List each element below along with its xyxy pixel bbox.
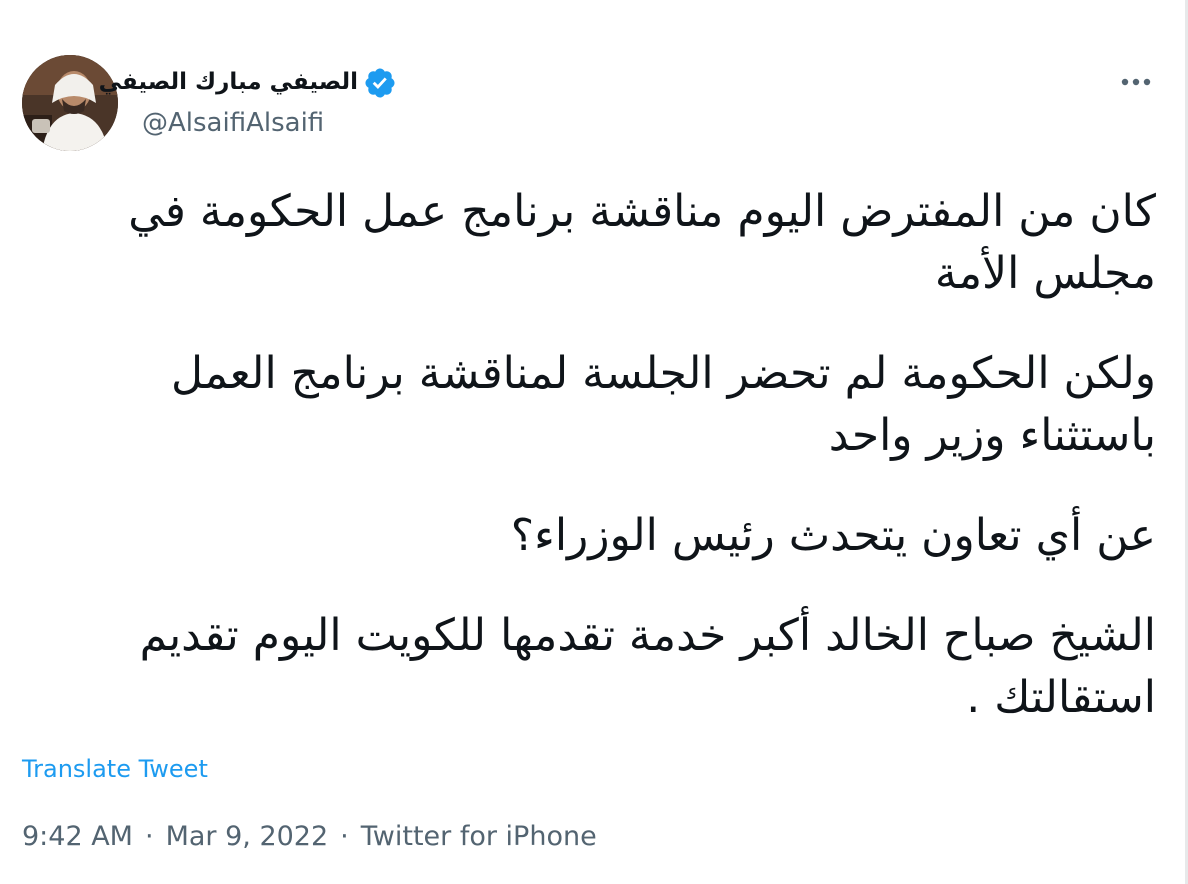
tweet-page: الصيفي مبارك الصيفي @AlsaifiAlsaifi كان … (0, 0, 1188, 884)
author-display-name[interactable]: الصيفي مبارك الصيفي (99, 64, 358, 100)
tweet-text: كان من المفترض اليوم مناقشة برنامج عمل ا… (40, 181, 1156, 767)
tweet-metadata: 9:42 AM · Mar 9, 2022 · Twitter for iPhone (22, 818, 597, 856)
meta-separator: · (340, 821, 349, 852)
tweet-paragraph: الشيخ صباح الخالد أكبر خدمة تقدمها للكوي… (139, 610, 1156, 723)
author-handle[interactable]: @AlsaifiAlsaifi (142, 103, 324, 143)
tweet-time[interactable]: 9:42 AM (22, 821, 133, 852)
verified-badge-icon (363, 66, 397, 100)
translate-tweet-link[interactable]: Translate Tweet (22, 752, 208, 786)
meta-separator: · (144, 821, 154, 852)
tweet-paragraph: كان من المفترض اليوم مناقشة برنامج عمل ا… (128, 186, 1156, 299)
tweet-date[interactable]: Mar 9, 2022 (166, 821, 329, 852)
more-options-icon[interactable] (1116, 62, 1156, 102)
tweet-paragraph: ولكن الحكومة لم تحضر الجلسة لمناقشة برنا… (171, 348, 1156, 461)
tweet-source[interactable]: Twitter for iPhone (361, 821, 597, 852)
tweet-paragraph: عن أي تعاون يتحدث رئيس الوزراء؟ (510, 510, 1156, 561)
